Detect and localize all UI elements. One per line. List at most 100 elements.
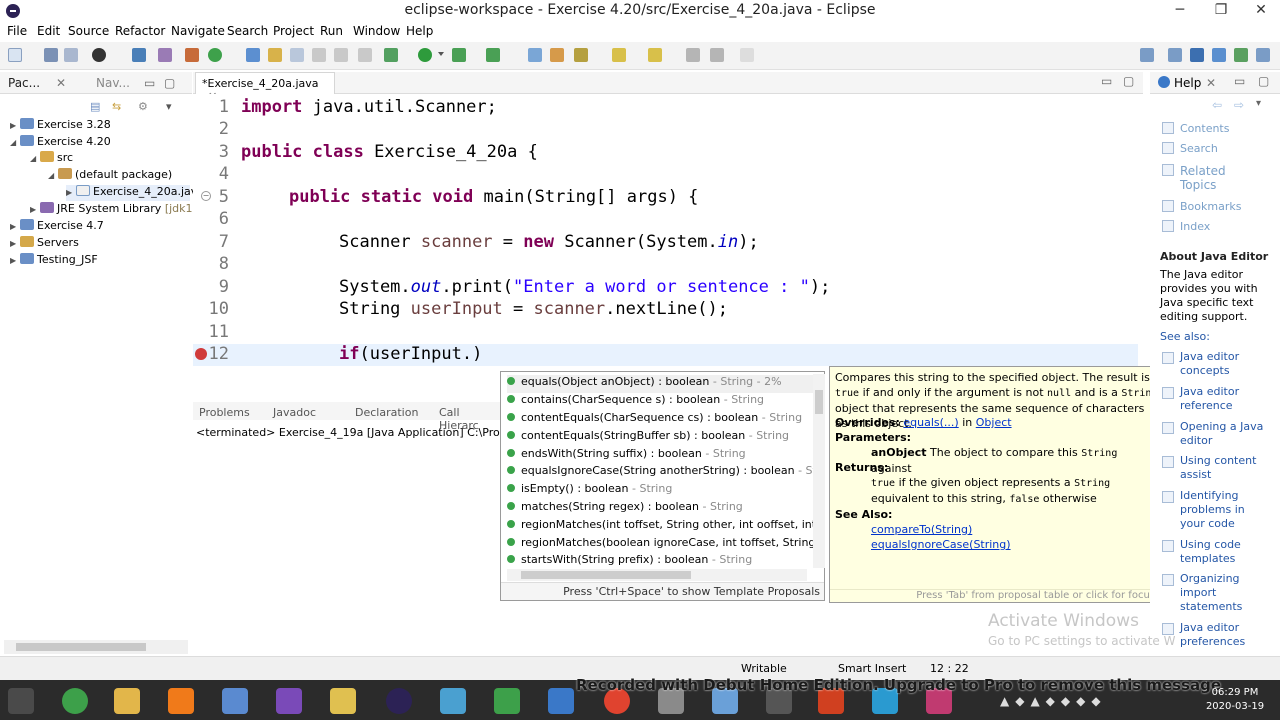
code-editor[interactable]: 1 import java.util.Scanner; 2 3 public cla… <box>193 94 1138 376</box>
minimize-view-icon[interactable]: ▭ <box>1101 74 1112 88</box>
taskbar-app-icon[interactable] <box>494 688 520 714</box>
scrollbar-thumb[interactable] <box>815 390 823 414</box>
tree-item-exercise-4-20[interactable]: ◢ Exercise 4.20 <box>10 135 111 151</box>
help-link-code-templates[interactable]: Using code templates <box>1180 538 1270 566</box>
save-icon[interactable] <box>44 48 58 62</box>
menu-refactor[interactable]: Refactor <box>115 24 165 38</box>
coverage-icon[interactable] <box>452 48 466 62</box>
menu-project[interactable]: Project <box>273 24 314 38</box>
search-icon[interactable] <box>550 48 564 62</box>
tab-exercise-4-20a[interactable]: *Exercise_4_20a.java ✕ <box>195 72 335 103</box>
menu-source[interactable]: Source <box>68 24 109 38</box>
maximize-view-icon[interactable]: ▢ <box>1123 74 1134 88</box>
open-perspective-icon[interactable] <box>1140 48 1154 62</box>
java-ee-perspective-icon[interactable] <box>1168 48 1182 62</box>
menu-edit[interactable]: Edit <box>37 24 60 38</box>
code-line[interactable]: 5 public static void main(String[] args) … <box>193 187 1138 209</box>
show-whitespace-icon[interactable] <box>334 48 348 62</box>
tree-item-src[interactable]: ◢ src <box>30 151 73 167</box>
proposal-item[interactable]: isEmpty() : boolean - String <box>507 482 813 500</box>
minimize-button[interactable]: ─ <box>1163 0 1197 22</box>
tab-navigator[interactable]: Nav... <box>96 76 130 90</box>
code-line[interactable]: 7 Scanner scanner = new Scanner(System.in… <box>193 232 1138 254</box>
help-link-editor-concepts[interactable]: Java editor concepts <box>1180 350 1270 378</box>
package-explorer-scrollbar[interactable] <box>4 640 188 654</box>
object-link[interactable]: Object <box>976 416 1012 429</box>
help-link-identifying-problems[interactable]: Identifying problems in your code <box>1180 489 1270 531</box>
new-server-icon[interactable] <box>208 48 222 62</box>
compareto-link[interactable]: compareTo(String) <box>871 523 972 536</box>
file-explorer-icon[interactable] <box>114 688 140 714</box>
new-icon[interactable] <box>8 48 22 62</box>
proposal-item[interactable]: equalsIgnoreCase(String anotherString) :… <box>507 464 813 482</box>
tab-help[interactable]: Help <box>1174 76 1201 90</box>
maximize-view-icon[interactable]: ▢ <box>1258 74 1269 88</box>
help-contents-link[interactable]: Contents <box>1180 122 1229 135</box>
run-dropdown-icon[interactable] <box>438 52 444 56</box>
code-line[interactable]: 1 import java.util.Scanner; <box>193 97 1138 119</box>
tab-package-explorer[interactable]: Pac... <box>8 76 40 90</box>
debug-perspective-icon[interactable] <box>1212 48 1226 62</box>
new-java-project-icon[interactable] <box>185 48 199 62</box>
git-perspective-icon[interactable] <box>1234 48 1248 62</box>
proposal-item[interactable]: matches(String regex) : boolean - String <box>507 500 813 518</box>
menu-run[interactable]: Run <box>320 24 343 38</box>
maximize-view-icon[interactable]: ▢ <box>164 76 175 90</box>
proposal-item[interactable]: regionMatches(boolean ignoreCase, int to… <box>507 536 813 554</box>
code-line[interactable]: 4 <box>193 164 1138 186</box>
collapse-all-icon[interactable]: ▤ <box>90 100 100 113</box>
minimize-view-icon[interactable]: ▭ <box>1234 74 1245 88</box>
back-icon[interactable]: ⇦ <box>1212 98 1222 112</box>
tree-item-exercise-3-28[interactable]: ▶ Exercise 3.28 <box>10 118 111 134</box>
code-line[interactable]: 8 <box>193 254 1138 276</box>
help-link-opening-editor[interactable]: Opening a Java editor <box>1180 420 1270 448</box>
code-line[interactable]: 11 <box>193 322 1138 344</box>
forward-disabled-icon[interactable] <box>710 48 724 62</box>
forward-icon[interactable]: ⇨ <box>1234 98 1244 112</box>
eclipse-icon[interactable] <box>386 688 412 714</box>
terminal-icon[interactable] <box>132 48 146 62</box>
help-search-link[interactable]: Search <box>1180 142 1218 155</box>
code-line[interactable]: 10 String userInput = scanner.nextLine(); <box>193 299 1138 321</box>
minimize-view-icon[interactable]: ▭ <box>144 76 155 90</box>
help-bookmarks-link[interactable]: Bookmarks <box>1180 200 1241 213</box>
back-icon[interactable] <box>686 48 700 62</box>
taskbar-app-icon[interactable] <box>330 688 356 714</box>
menu-help[interactable]: Help <box>406 24 433 38</box>
code-line[interactable]: 3 public class Exercise_4_20a { <box>193 142 1138 164</box>
help-link-editor-reference[interactable]: Java editor reference <box>1180 385 1270 413</box>
link-editor-icon[interactable]: ⇆ <box>112 100 121 113</box>
scrollbar-thumb[interactable] <box>16 643 146 651</box>
current-code-line[interactable]: 12 if(userInput.) <box>193 344 1138 366</box>
vlc-icon[interactable] <box>168 688 194 714</box>
tree-item-java-file[interactable]: ▶ Exercise_4_20a.jav <box>66 185 197 201</box>
java-perspective-icon[interactable] <box>1190 48 1204 62</box>
proposal-item[interactable]: contentEquals(StringBuffer sb) : boolean… <box>507 429 813 447</box>
help-link-editor-preferences[interactable]: Java editor preferences <box>1180 621 1270 649</box>
help-link-content-assist[interactable]: Using content assist <box>1180 454 1270 482</box>
proposal-item[interactable]: regionMatches(int toffset, String other,… <box>507 518 813 536</box>
proposal-vertical-scrollbar[interactable] <box>813 374 825 568</box>
proposal-horizontal-scrollbar[interactable] <box>507 569 807 581</box>
next-annotation-icon[interactable] <box>612 48 626 62</box>
open-type-icon[interactable] <box>246 48 260 62</box>
toggle-mark-occurrences-icon[interactable] <box>268 48 282 62</box>
external-tools-icon[interactable] <box>486 48 500 62</box>
word-wrap-icon[interactable] <box>290 48 304 62</box>
content-assist-popup[interactable]: equals(Object anObject) : boolean - Stri… <box>500 371 825 601</box>
tree-item-default-package[interactable]: ◢ (default package) <box>48 168 172 184</box>
equalsignorecase-link[interactable]: equalsIgnoreCase(String) <box>871 538 1011 551</box>
proposal-item[interactable]: equals(Object anObject) : boolean - Stri… <box>507 375 813 393</box>
save-all-icon[interactable] <box>64 48 78 62</box>
debug-config-icon[interactable] <box>92 48 106 62</box>
tree-item-exercise-4-7[interactable]: ▶ Exercise 4.7 <box>10 219 104 235</box>
view-menu-icon[interactable]: ⚙ <box>138 100 148 113</box>
close-button[interactable]: ✕ <box>1244 0 1278 22</box>
pin-icon[interactable] <box>740 48 754 62</box>
team-perspective-icon[interactable] <box>1256 48 1270 62</box>
chevron-down-icon[interactable]: ▾ <box>166 100 172 113</box>
system-tray[interactable]: ▲◆▲◆◆◆◆ <box>1000 694 1107 708</box>
chevron-down-icon[interactable]: ▾ <box>1256 98 1261 109</box>
show-selected-icon[interactable] <box>358 48 372 62</box>
previous-annotation-icon[interactable] <box>648 48 662 62</box>
